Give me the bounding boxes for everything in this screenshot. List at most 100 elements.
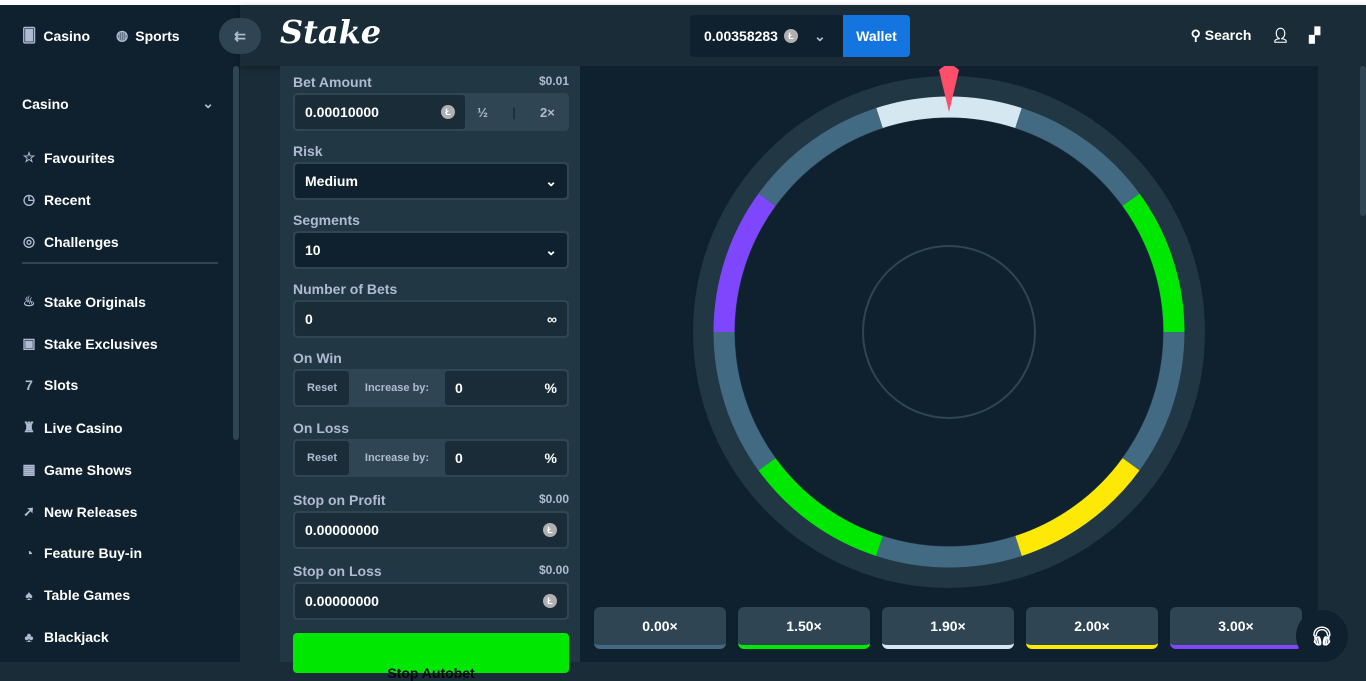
sidebar-item-label: Challenges — [44, 233, 119, 250]
stop-on-loss-label: Stop on Loss — [293, 563, 382, 579]
number-of-bets-input[interactable]: 0 ∞ — [293, 300, 569, 338]
wheel-inner — [735, 118, 1163, 546]
sidebar-item-favourites[interactable]: ☆ Favourites — [22, 149, 115, 166]
stop-autobet-button[interactable]: Stop Autobet — [293, 633, 569, 681]
on-loss-label: On Loss — [293, 420, 350, 436]
litecoin-icon: Ł — [783, 29, 798, 43]
risk-select[interactable]: Medium ⌄ — [293, 162, 569, 200]
on-win-increase-input[interactable]: 0% — [445, 371, 567, 405]
sidebar-item-label: Blackjack — [44, 629, 109, 645]
sidebar-item-icon: ♨ — [22, 293, 36, 309]
ball-icon: ◍ — [116, 27, 129, 43]
casino-tab[interactable]: 🂠 Casino — [22, 27, 90, 44]
sidebar-item-stake-exclusives[interactable]: ▣ Stake Exclusives — [22, 335, 158, 352]
game-area: 0.00× 1.50× 1.90× 2.00× 3.00× — [580, 66, 1318, 662]
sidebar-item-label: New Releases — [44, 503, 138, 520]
collapse-sidebar-button[interactable]: ⇇ — [219, 18, 261, 54]
on-loss-increase-input[interactable]: 0% — [445, 441, 567, 475]
sidebar-item-label: Stake Originals — [44, 293, 146, 310]
chevron-down-icon: ⌄ — [545, 172, 557, 189]
sidebar-item-challenges[interactable]: ◎ Challenges — [22, 233, 119, 250]
percent-icon: % — [544, 450, 557, 466]
chat-icon[interactable]: ▞ — [1309, 27, 1320, 44]
balance-selector[interactable]: 0.00358283 Ł ⌄ — [690, 15, 844, 57]
multiplier-3: 2.00× — [1026, 607, 1158, 649]
litecoin-icon: Ł — [543, 594, 557, 608]
top-nav: 🂠 Casino ◍ Sports — [0, 5, 240, 66]
sidebar-item-blackjack[interactable]: ♣ Blackjack — [22, 629, 109, 645]
sidebar-item-icon: ♣ — [24, 629, 34, 645]
sidebar-item-icon: ◎ — [22, 233, 36, 249]
sidebar-item-stake-originals[interactable]: ♨ Stake Originals — [22, 293, 146, 310]
search-icon: ⚲ — [1190, 27, 1205, 43]
sidebar-item-slots[interactable]: 7 Slots — [22, 377, 78, 393]
sidebar-item-icon: ♠ — [25, 587, 33, 603]
on-win-reset-button[interactable]: Reset — [295, 371, 349, 405]
sidebar-item-icon: 7 — [25, 377, 33, 393]
multiplier-0: 0.00× — [594, 607, 726, 649]
sidebar-item-label: Favourites — [44, 149, 115, 166]
stop-on-loss-input[interactable]: 0.00000000 Ł — [293, 582, 569, 620]
number-of-bets-label: Number of Bets — [293, 281, 398, 297]
stop-profit-usd: $0.00 — [538, 492, 569, 506]
sidebar-item-label: Stake Exclusives — [44, 335, 158, 352]
sidebar-item-icon: ♜ — [22, 419, 36, 435]
bet-amount-label: Bet Amount — [293, 74, 372, 90]
litecoin-icon: Ł — [441, 105, 455, 119]
sidebar-item-feature-buy-in[interactable]: ◔ Feature Buy-in — [22, 545, 142, 561]
sidebar-item-icon: ▦ — [22, 461, 36, 477]
page-scrollbar[interactable] — [1360, 66, 1366, 216]
chevron-down-icon: ⌄ — [545, 241, 557, 258]
chevron-down-icon: ⌄ — [813, 27, 826, 44]
chevron-down-icon: ⌄ — [202, 95, 214, 111]
sidebar-item-recent[interactable]: ◷ Recent — [22, 191, 91, 208]
headset-icon: 🎧︎ — [1310, 625, 1334, 646]
collapse-icon: ⇇ — [234, 27, 246, 44]
sidebar-item-game-shows[interactable]: ▦ Game Shows — [22, 461, 132, 478]
sidebar-item-icon: ☆ — [22, 149, 36, 165]
sidebar: Casino ⌄ ☆ Favourites ◷ Recent ◎ Challenges ♨ St… — [0, 66, 240, 662]
multiplier-1: 1.50× — [738, 607, 870, 649]
multiplier-2: 1.90× — [882, 607, 1014, 649]
wheel — [693, 66, 1205, 588]
sidebar-item-label: Table Games — [44, 587, 131, 603]
litecoin-icon: Ł — [543, 523, 557, 537]
sports-tab[interactable]: ◍ Sports — [116, 27, 180, 44]
double-button[interactable]: 2× — [540, 105, 555, 120]
user-icon[interactable]: 👤︎ — [1271, 27, 1289, 44]
sidebar-scrollbar[interactable] — [233, 66, 239, 440]
increase-by-label: Increase by: — [364, 452, 430, 464]
on-win-label: On Win — [293, 350, 342, 366]
half-button[interactable]: ½ — [477, 105, 488, 120]
risk-label: Risk — [293, 143, 323, 159]
increase-by-label: Increase by: — [364, 382, 430, 394]
segments-select[interactable]: 10 ⌄ — [293, 231, 569, 269]
bet-panel: Bet Amount $0.01 0.00010000 Ł ½ | 2× Risk Me… — [280, 66, 580, 681]
cards-icon: 🂠 — [22, 27, 37, 43]
sidebar-item-label: Feature Buy-in — [44, 545, 143, 561]
on-loss-reset-button[interactable]: Reset — [295, 441, 349, 475]
infinity-icon: ∞ — [547, 311, 557, 327]
sidebar-item-table-games[interactable]: ♠ Table Games — [22, 587, 130, 603]
sidebar-item-label: Slots — [44, 377, 79, 393]
bet-amount-input[interactable]: 0.00010000 Ł — [295, 95, 465, 129]
bet-amount-usd: $0.01 — [538, 74, 569, 88]
search-button[interactable]: ⚲ Search — [1191, 27, 1252, 44]
page-scroll-area — [1318, 66, 1366, 662]
sidebar-item-label: Live Casino — [44, 419, 123, 436]
sidebar-casino-section[interactable]: Casino ⌄ — [22, 95, 214, 112]
sidebar-item-live-casino[interactable]: ♜ Live Casino — [22, 419, 123, 436]
wallet-button[interactable]: Wallet — [843, 15, 910, 57]
stake-logo[interactable]: Stake — [280, 13, 381, 51]
sidebar-item-new-releases[interactable]: ➚ New Releases — [22, 503, 137, 520]
header: Stake 0.00358283 Ł ⌄ Wallet ⚲ Search 👤︎ ▞ — [240, 5, 1366, 66]
sidebar-item-icon: ◷ — [22, 191, 36, 207]
percent-icon: % — [544, 380, 557, 396]
wheel-segment — [876, 535, 1022, 568]
segments-label: Segments — [293, 212, 360, 228]
sidebar-item-label: Game Shows — [44, 461, 132, 478]
divider — [22, 262, 218, 264]
stop-loss-usd: $0.00 — [538, 563, 569, 577]
support-button[interactable]: 🎧︎ — [1296, 610, 1348, 662]
stop-on-profit-input[interactable]: 0.00000000 Ł — [293, 511, 569, 549]
